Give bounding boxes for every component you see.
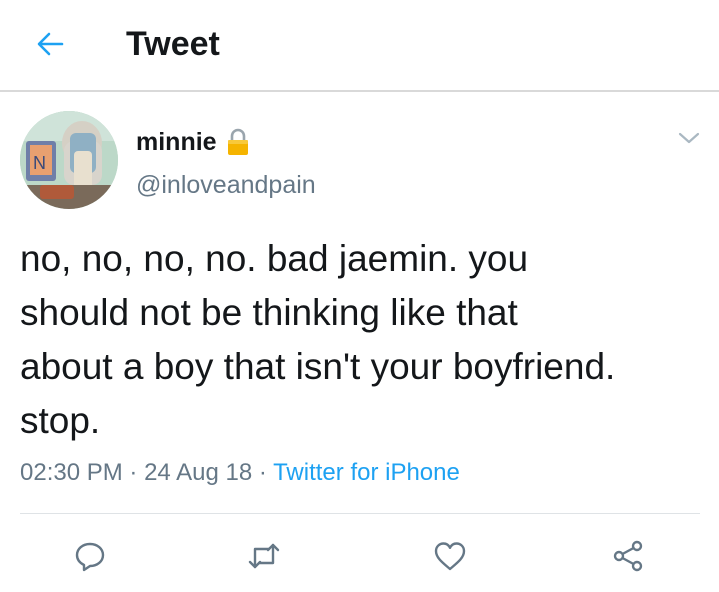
retweet-icon <box>248 543 280 569</box>
page-title: Tweet <box>126 25 220 63</box>
heart-icon <box>434 542 466 571</box>
more-options-button[interactable] <box>673 124 705 152</box>
meta-separator: · <box>258 459 267 486</box>
like-button[interactable] <box>432 538 468 574</box>
tweet-time: 02:30 PM <box>20 459 123 486</box>
tweet-metadata: 02:30 PM · 24 Aug 18 · Twitter for iPhon… <box>20 458 460 488</box>
reply-button[interactable] <box>72 538 108 574</box>
back-button[interactable] <box>30 24 70 64</box>
share-icon <box>613 540 643 572</box>
tweet-date: 24 Aug 18 <box>144 459 253 486</box>
avatar[interactable]: N <box>20 111 118 209</box>
display-name[interactable]: minnie <box>136 127 217 157</box>
chevron-down-icon <box>678 132 700 144</box>
retweet-button[interactable] <box>246 538 282 574</box>
lock-icon <box>227 128 248 155</box>
author-name-row: minnie <box>136 127 249 157</box>
tweet-text: no, no, no, no. bad jaemin. you should n… <box>20 238 616 441</box>
top-app-bar: Tweet <box>0 0 719 92</box>
svg-text:N: N <box>33 153 46 173</box>
arrow-left-icon <box>37 32 64 56</box>
avatar-image: N <box>20 111 118 209</box>
username-handle[interactable]: @inloveandpain <box>136 170 316 200</box>
share-button[interactable] <box>610 538 646 574</box>
meta-separator: · <box>129 459 138 486</box>
tweet-source-link[interactable]: Twitter for iPhone <box>273 459 460 486</box>
divider <box>20 513 700 514</box>
reply-icon <box>75 542 105 572</box>
